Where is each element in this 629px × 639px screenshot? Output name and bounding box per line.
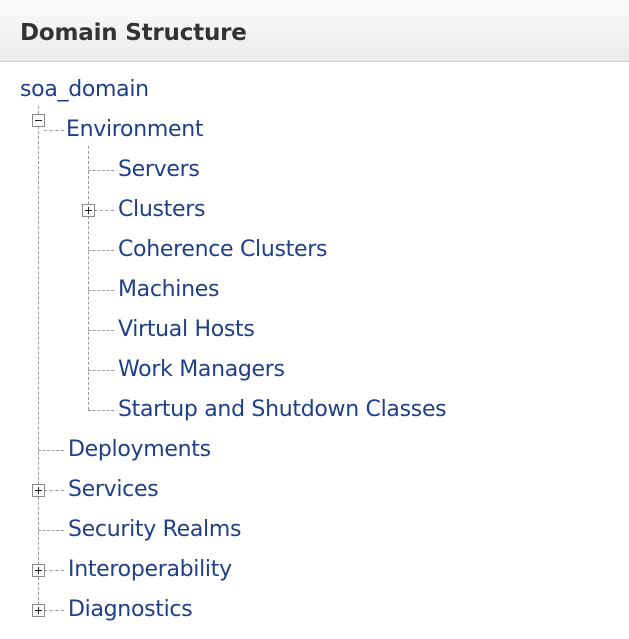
tree-node-environment[interactable]: Environment (66, 117, 203, 143)
tree-connector (88, 410, 114, 411)
collapse-environment-icon[interactable] (32, 114, 45, 127)
tree-node-services[interactable]: Services (68, 477, 159, 503)
expand-diagnostics-icon[interactable] (32, 604, 45, 617)
tree-connector (88, 370, 114, 371)
expand-interoperability-icon[interactable] (32, 564, 45, 577)
expand-clusters-icon[interactable] (82, 204, 95, 217)
tree-connector (44, 610, 64, 611)
tree-node-servers[interactable]: Servers (118, 157, 200, 183)
tree-connector (38, 450, 64, 451)
tree-node-startup-shutdown-classes[interactable]: Startup and Shutdown Classes (118, 397, 447, 423)
tree-node-deployments[interactable]: Deployments (68, 437, 211, 463)
tree-connector (88, 290, 114, 291)
expand-services-icon[interactable] (32, 484, 45, 497)
tree-node-coherence-clusters[interactable]: Coherence Clusters (118, 237, 327, 263)
tree-connector (88, 250, 114, 251)
tree-connector (44, 130, 64, 131)
tree-node-machines[interactable]: Machines (118, 277, 219, 303)
tree-connector (38, 106, 39, 610)
tree-connector (88, 330, 114, 331)
tree-node-security-realms[interactable]: Security Realms (68, 517, 241, 543)
tree-node-diagnostics[interactable]: Diagnostics (68, 597, 193, 623)
domain-tree: soa_domain Environment Servers Clusters … (0, 0, 629, 639)
tree-connector (44, 490, 64, 491)
tree-node-virtual-hosts[interactable]: Virtual Hosts (118, 317, 255, 343)
tree-connector (88, 170, 114, 171)
tree-connector (44, 570, 64, 571)
domain-structure-panel: Domain Structure soa_domain Environment … (0, 0, 629, 639)
tree-node-interoperability[interactable]: Interoperability (68, 557, 232, 583)
tree-node-work-managers[interactable]: Work Managers (118, 357, 285, 383)
tree-connector (94, 210, 114, 211)
tree-node-soa-domain[interactable]: soa_domain (20, 77, 149, 103)
tree-node-clusters[interactable]: Clusters (118, 197, 205, 223)
tree-connector (38, 530, 64, 531)
